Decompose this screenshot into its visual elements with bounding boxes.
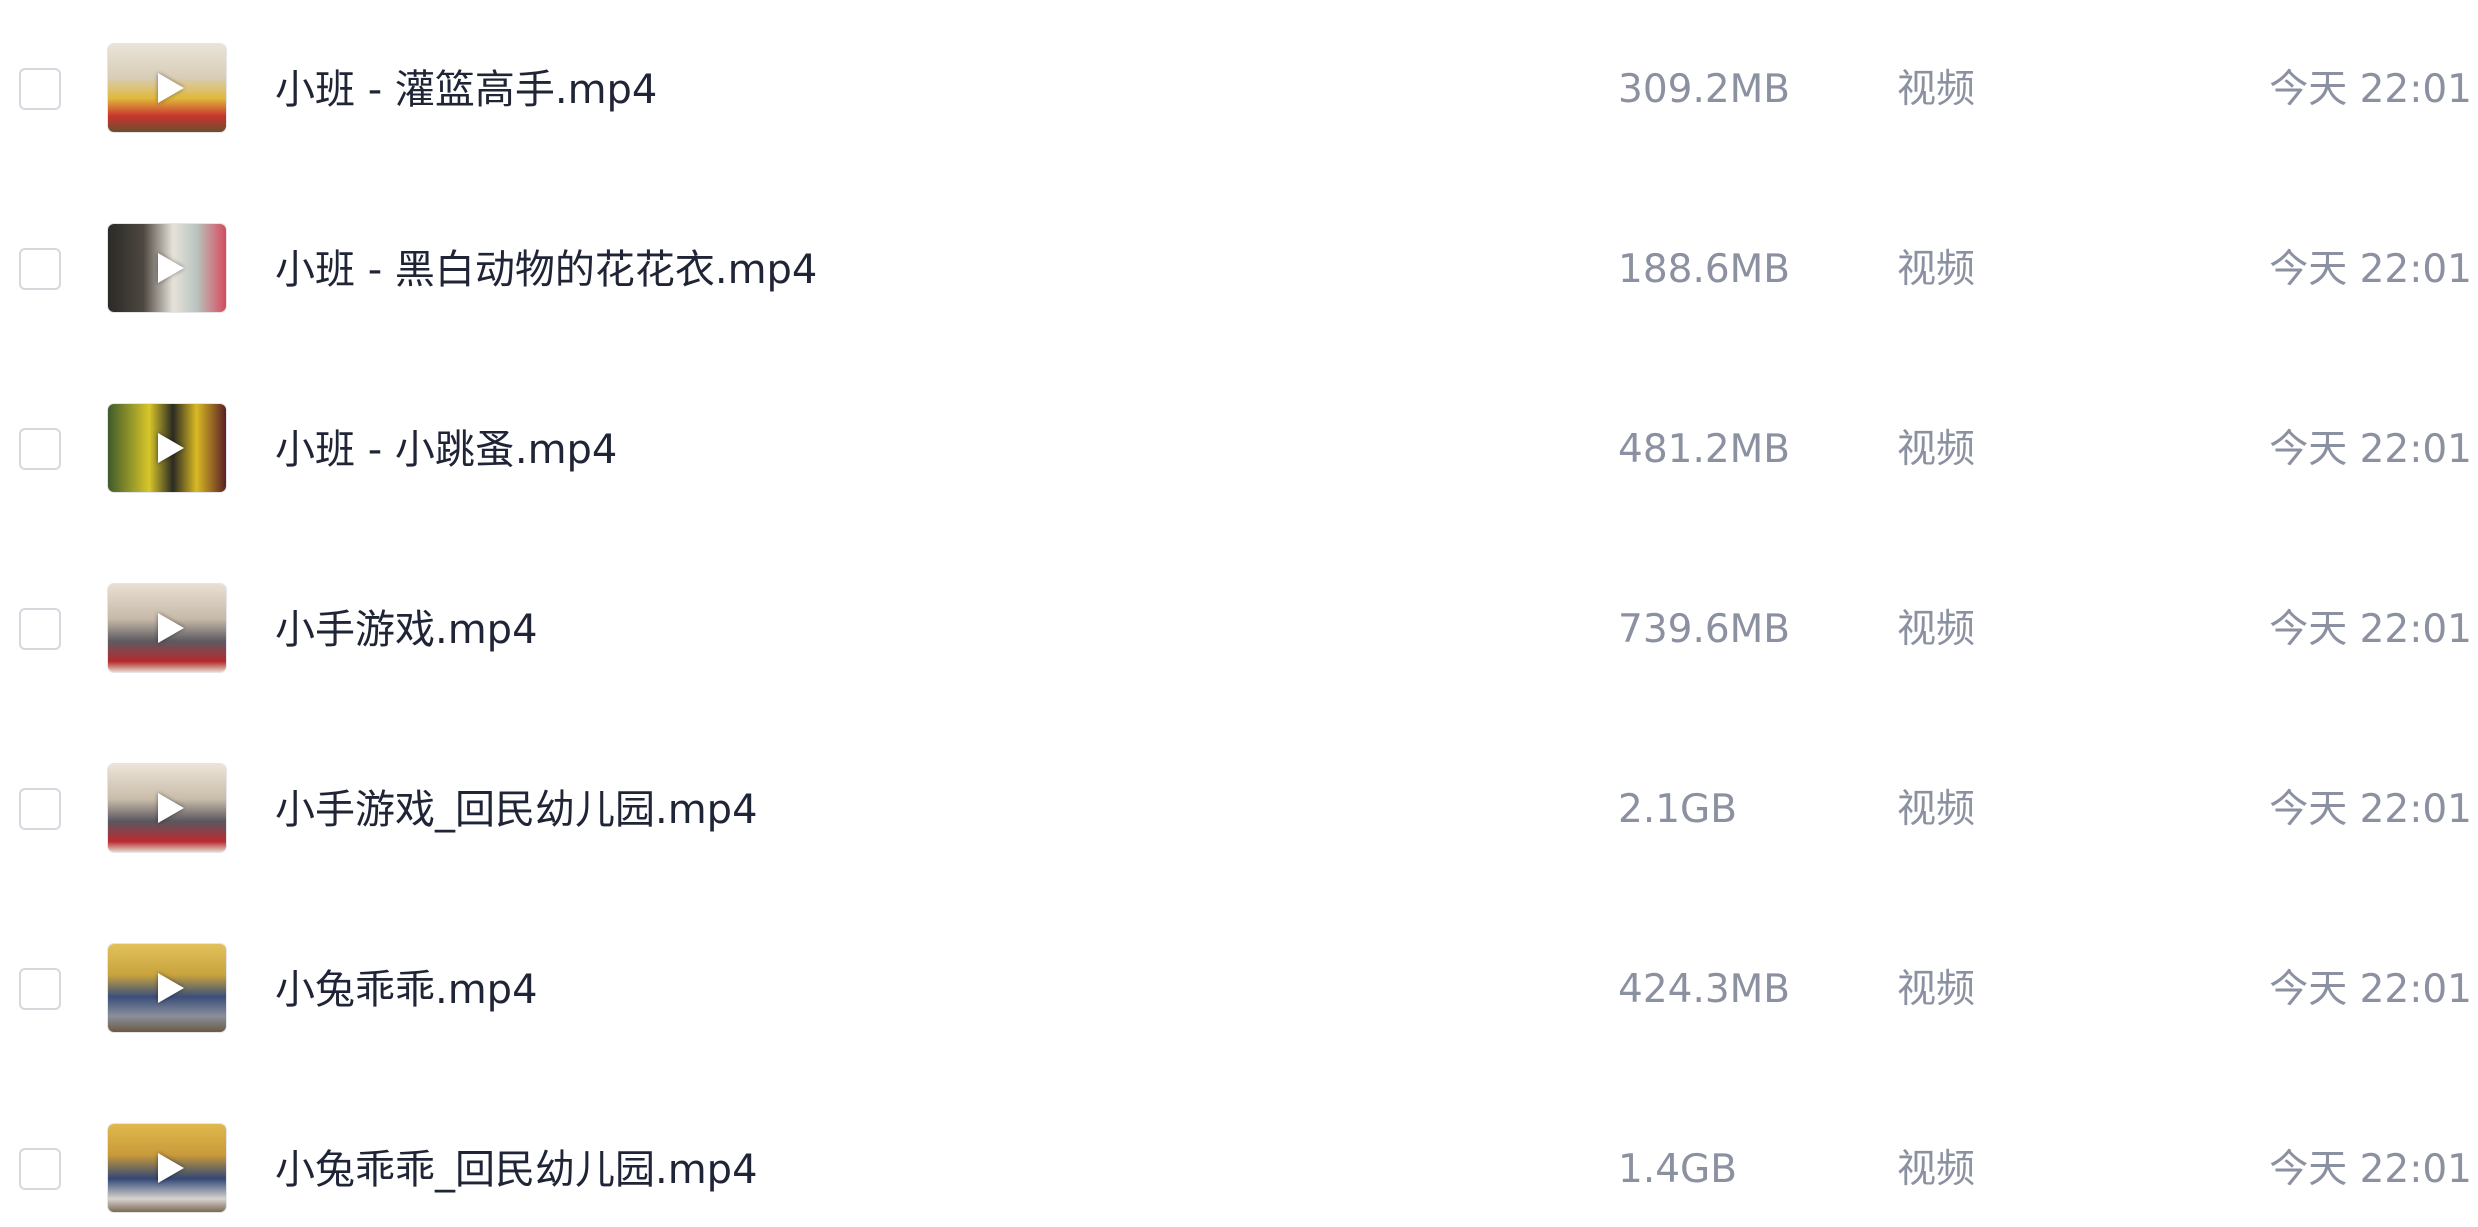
file-name[interactable]: 小班 - 小跳蚤.mp4 xyxy=(275,422,617,478)
file-type: 视频 xyxy=(1897,967,1976,1012)
file-name[interactable]: 小兔乖乖_回民幼儿园.mp4 xyxy=(275,1142,758,1198)
file-size: 739.6MB xyxy=(1618,607,1791,652)
file-size: 481.2MB xyxy=(1618,427,1791,472)
row-checkbox[interactable] xyxy=(19,608,61,650)
file-modified-time: 今天 22:01 xyxy=(2269,427,2472,472)
file-row[interactable]: 小兔乖乖_回民幼儿园.mp4 1.4GB 视频 今天 22:01 xyxy=(0,1080,2478,1227)
file-modified-time: 今天 22:01 xyxy=(2269,607,2472,652)
video-thumbnail[interactable] xyxy=(108,944,226,1032)
file-modified-time: 今天 22:01 xyxy=(2269,67,2472,112)
file-row[interactable]: 小兔乖乖.mp4 424.3MB 视频 今天 22:01 xyxy=(0,900,2478,1080)
file-row[interactable]: 小班 - 小跳蚤.mp4 481.2MB 视频 今天 22:01 xyxy=(0,360,2478,540)
file-name[interactable]: 小班 - 黑白动物的花花衣.mp4 xyxy=(275,242,817,298)
video-thumbnail[interactable] xyxy=(108,764,226,852)
video-thumbnail[interactable] xyxy=(108,584,226,672)
file-name[interactable]: 小兔乖乖.mp4 xyxy=(275,962,538,1018)
row-checkbox[interactable] xyxy=(19,1148,61,1190)
file-type: 视频 xyxy=(1897,67,1976,112)
play-icon xyxy=(158,73,184,103)
file-modified-time: 今天 22:01 xyxy=(2269,247,2472,292)
file-row[interactable]: 小班 - 黑白动物的花花衣.mp4 188.6MB 视频 今天 22:01 xyxy=(0,180,2478,360)
video-thumbnail[interactable] xyxy=(108,1124,226,1212)
file-name[interactable]: 小手游戏_回民幼儿园.mp4 xyxy=(275,782,758,838)
file-size: 2.1GB xyxy=(1618,787,1737,832)
file-type: 视频 xyxy=(1897,427,1976,472)
file-row[interactable]: 小班 - 灌篮高手.mp4 309.2MB 视频 今天 22:01 xyxy=(0,0,2478,180)
file-type: 视频 xyxy=(1897,247,1976,292)
file-modified-time: 今天 22:01 xyxy=(2269,967,2472,1012)
play-icon xyxy=(158,253,184,283)
video-thumbnail[interactable] xyxy=(108,44,226,132)
video-thumbnail[interactable] xyxy=(108,404,226,492)
file-type: 视频 xyxy=(1897,787,1976,832)
row-checkbox[interactable] xyxy=(19,788,61,830)
file-list: 小班 - 灌篮高手.mp4 309.2MB 视频 今天 22:01 小班 - 黑… xyxy=(0,0,2478,1227)
file-row[interactable]: 小手游戏.mp4 739.6MB 视频 今天 22:01 xyxy=(0,540,2478,720)
file-size: 1.4GB xyxy=(1618,1147,1737,1192)
file-size: 309.2MB xyxy=(1618,67,1791,112)
file-row[interactable]: 小手游戏_回民幼儿园.mp4 2.1GB 视频 今天 22:01 xyxy=(0,720,2478,900)
file-type: 视频 xyxy=(1897,607,1976,652)
row-checkbox[interactable] xyxy=(19,428,61,470)
video-thumbnail[interactable] xyxy=(108,224,226,312)
row-checkbox[interactable] xyxy=(19,968,61,1010)
file-modified-time: 今天 22:01 xyxy=(2269,1147,2472,1192)
play-icon xyxy=(158,1153,184,1183)
file-name[interactable]: 小手游戏.mp4 xyxy=(275,602,538,658)
play-icon xyxy=(158,973,184,1003)
file-modified-time: 今天 22:01 xyxy=(2269,787,2472,832)
file-type: 视频 xyxy=(1897,1147,1976,1192)
row-checkbox[interactable] xyxy=(19,248,61,290)
file-name[interactable]: 小班 - 灌篮高手.mp4 xyxy=(275,62,657,118)
play-icon xyxy=(158,793,184,823)
file-size: 424.3MB xyxy=(1618,967,1791,1012)
file-size: 188.6MB xyxy=(1618,247,1791,292)
row-checkbox[interactable] xyxy=(19,68,61,110)
play-icon xyxy=(158,613,184,643)
play-icon xyxy=(158,433,184,463)
